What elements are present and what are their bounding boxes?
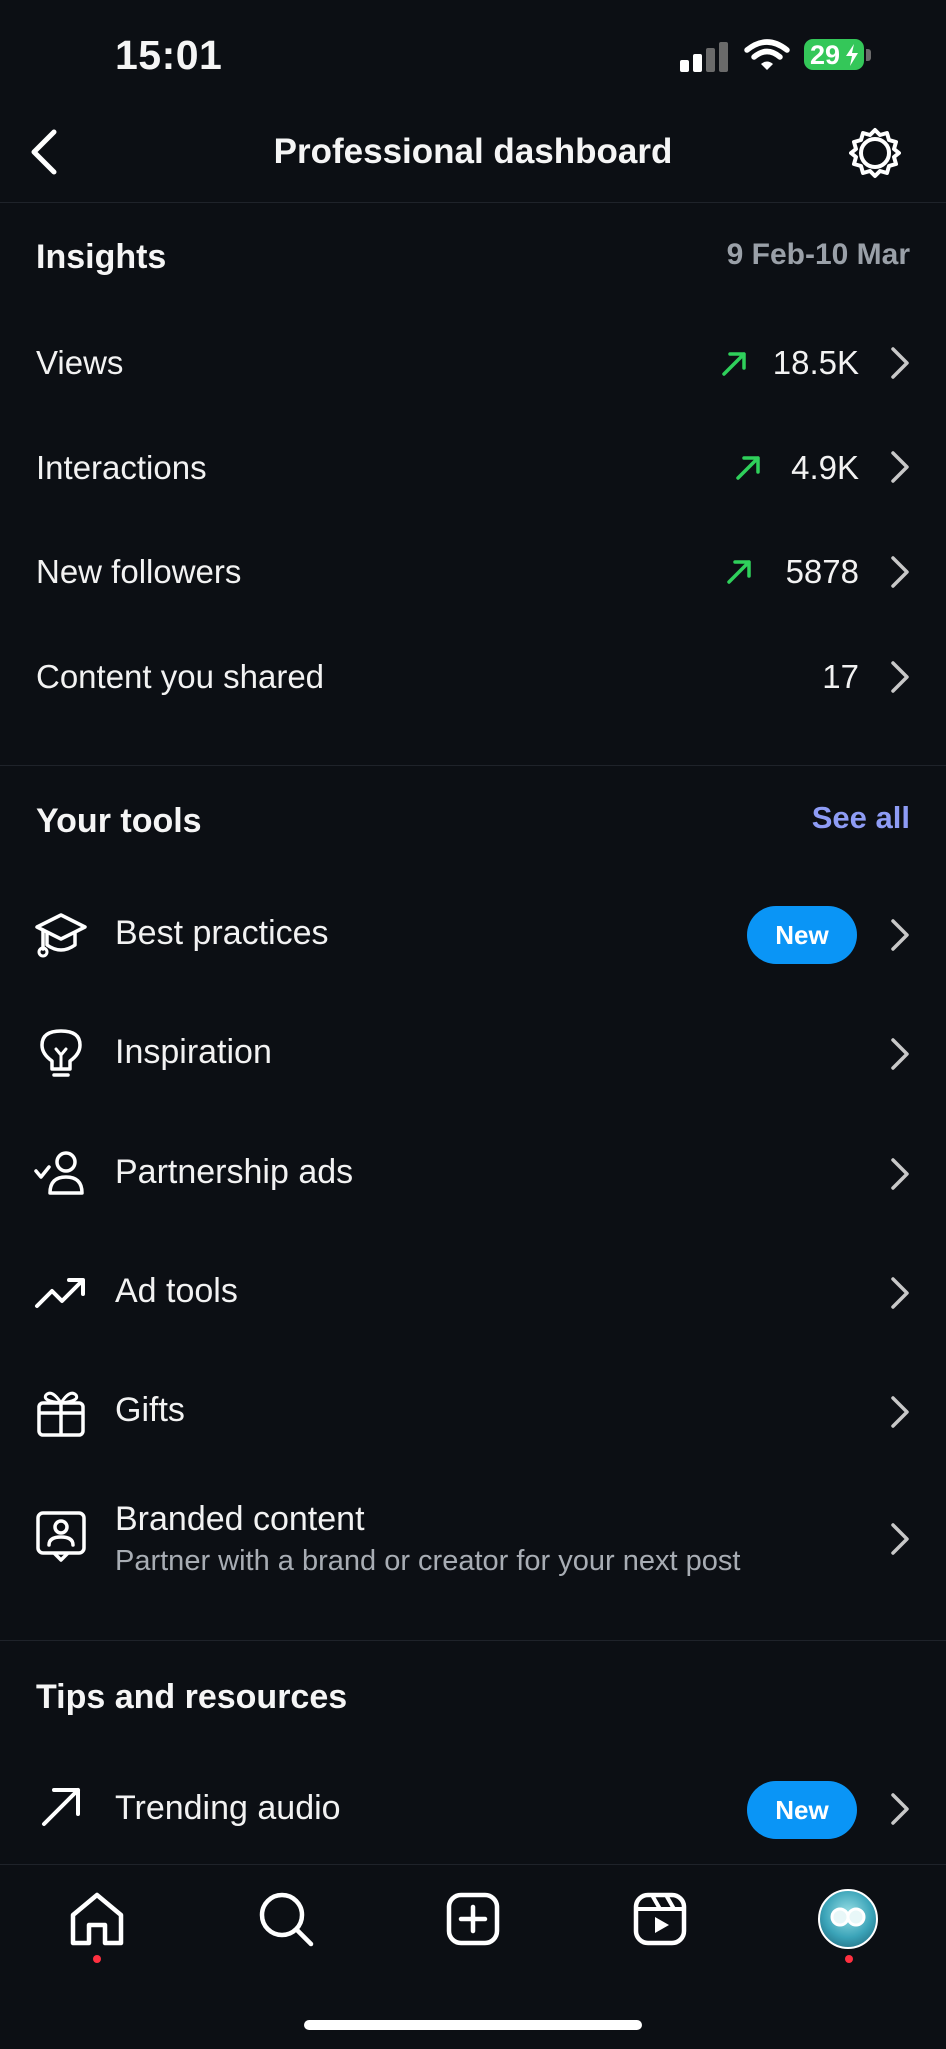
person-check-icon xyxy=(34,1151,84,1195)
chevron-right-icon xyxy=(891,919,909,951)
section-divider xyxy=(0,765,946,766)
search-icon[interactable] xyxy=(256,1889,316,1949)
insights-title: Insights xyxy=(36,238,167,276)
chevron-right-icon xyxy=(891,1396,909,1428)
battery-level: 29 xyxy=(810,40,841,70)
tips-title: Tips and resources xyxy=(36,1678,348,1716)
chevron-right-icon xyxy=(891,1523,909,1555)
chevron-right-icon xyxy=(891,556,909,588)
battery-indicator: 29 xyxy=(804,39,864,70)
arrow-up-right-icon xyxy=(42,1788,80,1826)
create-icon[interactable] xyxy=(443,1889,503,1949)
trending-up-icon xyxy=(35,1278,85,1308)
branded-content-icon xyxy=(36,1511,86,1562)
insight-label-content-shared: Content you shared xyxy=(36,658,325,695)
tool-label-best-practices: Best practices xyxy=(115,914,329,952)
cellular-signal-icon xyxy=(680,42,728,72)
gear-icon[interactable] xyxy=(849,127,901,179)
insight-value-new-followers: 5878 xyxy=(785,553,859,590)
page-title: Professional dashboard xyxy=(273,132,673,171)
graduation-cap-icon xyxy=(35,913,87,958)
insights-date-range[interactable]: 9 Feb-10 Mar xyxy=(727,238,910,272)
reels-icon[interactable] xyxy=(630,1889,690,1949)
new-badge: New xyxy=(747,906,857,964)
chevron-right-icon xyxy=(891,1277,909,1309)
insight-label-new-followers: New followers xyxy=(36,553,242,590)
tool-subtitle-branded-content: Partner with a brand or creator for your… xyxy=(115,1545,741,1577)
insight-label-interactions: Interactions xyxy=(36,449,207,486)
chevron-right-icon xyxy=(891,451,909,483)
new-badge: New xyxy=(747,1781,857,1839)
tool-label-branded-content: Branded content xyxy=(115,1500,365,1538)
trend-up-icon xyxy=(727,560,751,584)
see-all-link[interactable]: See all xyxy=(812,800,910,836)
lightbulb-icon xyxy=(40,1029,82,1077)
home-indicator xyxy=(304,2020,642,2030)
tool-label-inspiration: Inspiration xyxy=(115,1033,272,1071)
insight-label-views: Views xyxy=(36,344,124,381)
tools-title: Your tools xyxy=(36,802,202,840)
profile-notification-dot xyxy=(845,1955,853,1963)
charging-bolt-icon xyxy=(846,44,858,66)
insight-value-content-shared: 17 xyxy=(822,658,859,695)
battery-cap xyxy=(866,49,871,61)
tool-label-gifts: Gifts xyxy=(115,1391,185,1429)
gift-icon xyxy=(37,1391,85,1437)
tool-label-partnership-ads: Partnership ads xyxy=(115,1153,354,1191)
chevron-right-icon xyxy=(891,661,909,693)
tool-label-ad-tools: Ad tools xyxy=(115,1272,238,1310)
section-divider xyxy=(0,1640,946,1641)
trend-up-icon xyxy=(722,352,746,376)
home-notification-dot xyxy=(93,1955,101,1963)
insight-value-views: 18.5K xyxy=(772,344,859,381)
chevron-right-icon xyxy=(891,1038,909,1070)
chevron-right-icon xyxy=(891,347,909,379)
status-time: 15:01 xyxy=(115,32,223,78)
avatar-glasses-icon xyxy=(830,1907,866,1927)
trend-up-icon xyxy=(736,456,760,480)
chevron-right-icon xyxy=(891,1793,909,1825)
wifi-icon xyxy=(744,39,790,70)
profile-avatar[interactable] xyxy=(818,1889,878,1949)
tip-label-trending-audio: Trending audio xyxy=(115,1789,341,1827)
chevron-right-icon xyxy=(891,1158,909,1190)
home-icon[interactable] xyxy=(67,1889,127,1949)
header-divider xyxy=(0,202,946,203)
insight-value-interactions: 4.9K xyxy=(791,449,859,486)
